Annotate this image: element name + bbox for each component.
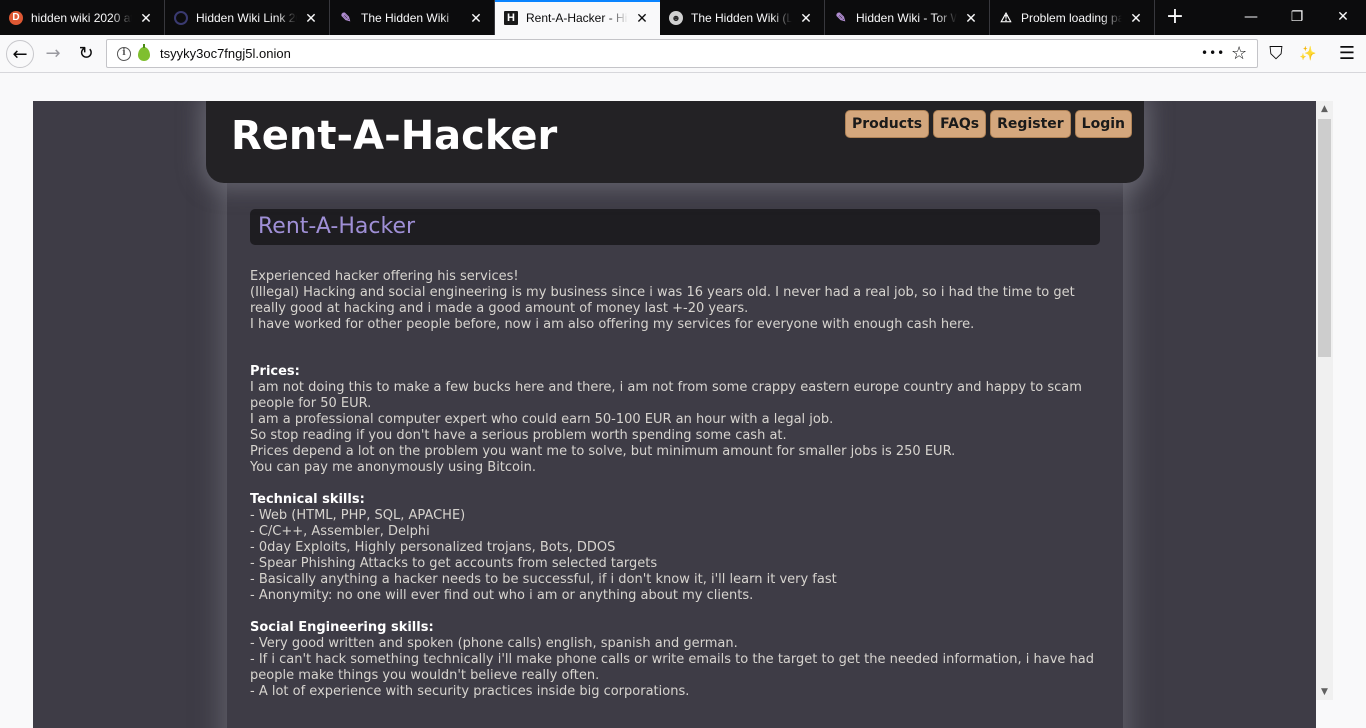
dark-circle-icon xyxy=(174,10,188,25)
hamburger-menu-button[interactable]: ☰ xyxy=(1333,40,1361,68)
title-box: Rent-A-Hacker xyxy=(250,209,1100,245)
close-window-button[interactable]: ✕ xyxy=(1320,0,1366,35)
vertical-scrollbar[interactable]: ▲ ▼ xyxy=(1316,101,1333,700)
prices-line: You can pay me anonymously using Bitcoin… xyxy=(250,460,536,475)
tech-skill-item: - Spear Phishing Attacks to get accounts… xyxy=(250,556,658,571)
tab-hidden-wiki-links[interactable]: ☻ The Hidden Wiki (Links) ✕ xyxy=(660,0,825,35)
prices-line: Prices depend a lot on the problem you w… xyxy=(250,444,956,459)
duckduckgo-icon: D xyxy=(9,10,23,25)
site-logo[interactable]: Rent-A-Hacker xyxy=(231,113,557,159)
prices-line: I am not doing this to make a few bucks … xyxy=(250,380,1082,411)
tech-skill-item: - Web (HTML, PHP, SQL, APACHE) xyxy=(250,508,466,523)
scroll-down-icon[interactable]: ▼ xyxy=(1316,684,1333,700)
tab-the-hidden-wiki[interactable]: ✎ The Hidden Wiki ✕ xyxy=(330,0,495,35)
tab-title: hidden wiki 2020 at DuckDuckGo xyxy=(31,10,132,25)
tab-title: The Hidden Wiki (Links) xyxy=(691,10,792,25)
close-icon[interactable]: ✕ xyxy=(138,10,154,26)
shield-icon[interactable]: ⛉ xyxy=(1262,40,1290,68)
intro-line: (Illegal) Hacking and social engineering… xyxy=(250,285,1075,316)
tab-title: The Hidden Wiki xyxy=(361,10,450,25)
navigation-toolbar: ← → ↻ i tsyyky3oc7fngj5l.onion ••• ☆ ⛉ ✨… xyxy=(0,35,1366,73)
tab-hidden-wiki-link[interactable]: Hidden Wiki Link 2020 ✕ xyxy=(165,0,330,35)
url-bar[interactable]: i tsyyky3oc7fngj5l.onion ••• ☆ xyxy=(106,39,1258,68)
tab-title: Hidden Wiki - Tor Wiki xyxy=(856,10,957,25)
social-skill-item: - If i can't hack something technically … xyxy=(250,652,1094,683)
tech-skill-item: - 0day Exploits, Highly personalized tro… xyxy=(250,540,616,555)
scroll-up-icon[interactable]: ▲ xyxy=(1316,101,1333,117)
close-icon[interactable]: ✕ xyxy=(963,10,979,26)
new-tab-button[interactable]: + xyxy=(1157,0,1193,35)
tab-hidden-wiki-tor[interactable]: ✎ Hidden Wiki - Tor Wiki ✕ xyxy=(825,0,990,35)
tab-title: Problem loading page xyxy=(1021,10,1122,25)
forward-button[interactable]: → xyxy=(39,40,67,68)
pen-icon: ✎ xyxy=(340,9,352,25)
menu-faqs-button[interactable]: FAQs xyxy=(933,110,987,138)
tech-skill-item: - Anonymity: no one will ever find out w… xyxy=(250,588,754,603)
back-button[interactable]: ← xyxy=(6,40,34,68)
technical-skills-heading: Technical skills: xyxy=(250,492,365,507)
pen-icon: ✎ xyxy=(835,9,847,25)
content-panel: Rent-A-Hacker Experienced hacker offerin… xyxy=(227,183,1123,728)
page-actions-button[interactable]: ••• xyxy=(1201,40,1225,67)
site-header: Rent-A-Hacker Products FAQs Register Log… xyxy=(206,101,1144,183)
restore-button[interactable]: ❐ xyxy=(1274,0,1320,35)
bookmark-star-icon[interactable]: ☆ xyxy=(1231,40,1247,67)
site-background: Rent-A-Hacker Experienced hacker offerin… xyxy=(33,101,1316,728)
social-engineering-heading: Social Engineering skills: xyxy=(250,620,434,635)
intro-line: I have worked for other people before, n… xyxy=(250,317,975,332)
tab-rent-a-hacker[interactable]: H Rent-A-Hacker - Hire a hacker ✕ xyxy=(495,0,660,35)
reload-button[interactable]: ↻ xyxy=(72,40,100,68)
url-text[interactable]: tsyyky3oc7fngj5l.onion xyxy=(160,46,291,61)
menu-register-button[interactable]: Register xyxy=(990,110,1071,138)
close-icon[interactable]: ✕ xyxy=(634,10,650,26)
scrollbar-thumb[interactable] xyxy=(1318,119,1331,357)
anonymous-mask-icon: ☻ xyxy=(669,10,683,25)
close-icon[interactable]: ✕ xyxy=(1128,10,1144,26)
social-skill-item: - A lot of experience with security prac… xyxy=(250,684,690,699)
menu-login-button[interactable]: Login xyxy=(1074,110,1132,138)
menu-products-button[interactable]: Products xyxy=(845,110,930,138)
magic-wand-icon[interactable]: ✨ xyxy=(1294,40,1322,68)
warning-icon: ⚠ xyxy=(1000,9,1012,25)
tab-strip: D hidden wiki 2020 at DuckDuckGo ✕ Hidde… xyxy=(0,0,1366,35)
social-skill-item: - Very good written and spoken (phone ca… xyxy=(250,636,738,651)
minimize-button[interactable]: — xyxy=(1228,0,1274,35)
close-icon[interactable]: ✕ xyxy=(798,10,814,26)
prices-line: So stop reading if you don't have a seri… xyxy=(250,428,787,443)
prices-line: I am a professional computer expert who … xyxy=(250,412,834,427)
close-icon[interactable]: ✕ xyxy=(303,10,319,26)
tab-problem-loading[interactable]: ⚠ Problem loading page ✕ xyxy=(990,0,1155,35)
tab-title: Hidden Wiki Link 2020 xyxy=(196,10,297,25)
site-menu: Products FAQs Register Login xyxy=(841,110,1132,138)
intro-line: Experienced hacker offering his services… xyxy=(250,269,519,284)
prices-heading: Prices: xyxy=(250,364,300,379)
close-icon[interactable]: ✕ xyxy=(468,10,484,26)
tab-duckduckgo-search[interactable]: D hidden wiki 2020 at DuckDuckGo ✕ xyxy=(0,0,165,35)
onion-icon xyxy=(138,43,150,61)
page-viewport: Rent-A-Hacker Experienced hacker offerin… xyxy=(0,73,1366,728)
info-icon[interactable]: i xyxy=(117,46,131,61)
tech-skill-item: - C/C++, Assembler, Delphi xyxy=(250,524,430,539)
tab-title: Rent-A-Hacker - Hire a hacker xyxy=(526,10,628,25)
article-body: Experienced hacker offering his services… xyxy=(250,269,1106,700)
tech-skill-item: - Basically anything a hacker needs to b… xyxy=(250,572,837,587)
h-letter-icon: H xyxy=(504,10,518,25)
page-title: Rent-A-Hacker xyxy=(258,214,416,239)
